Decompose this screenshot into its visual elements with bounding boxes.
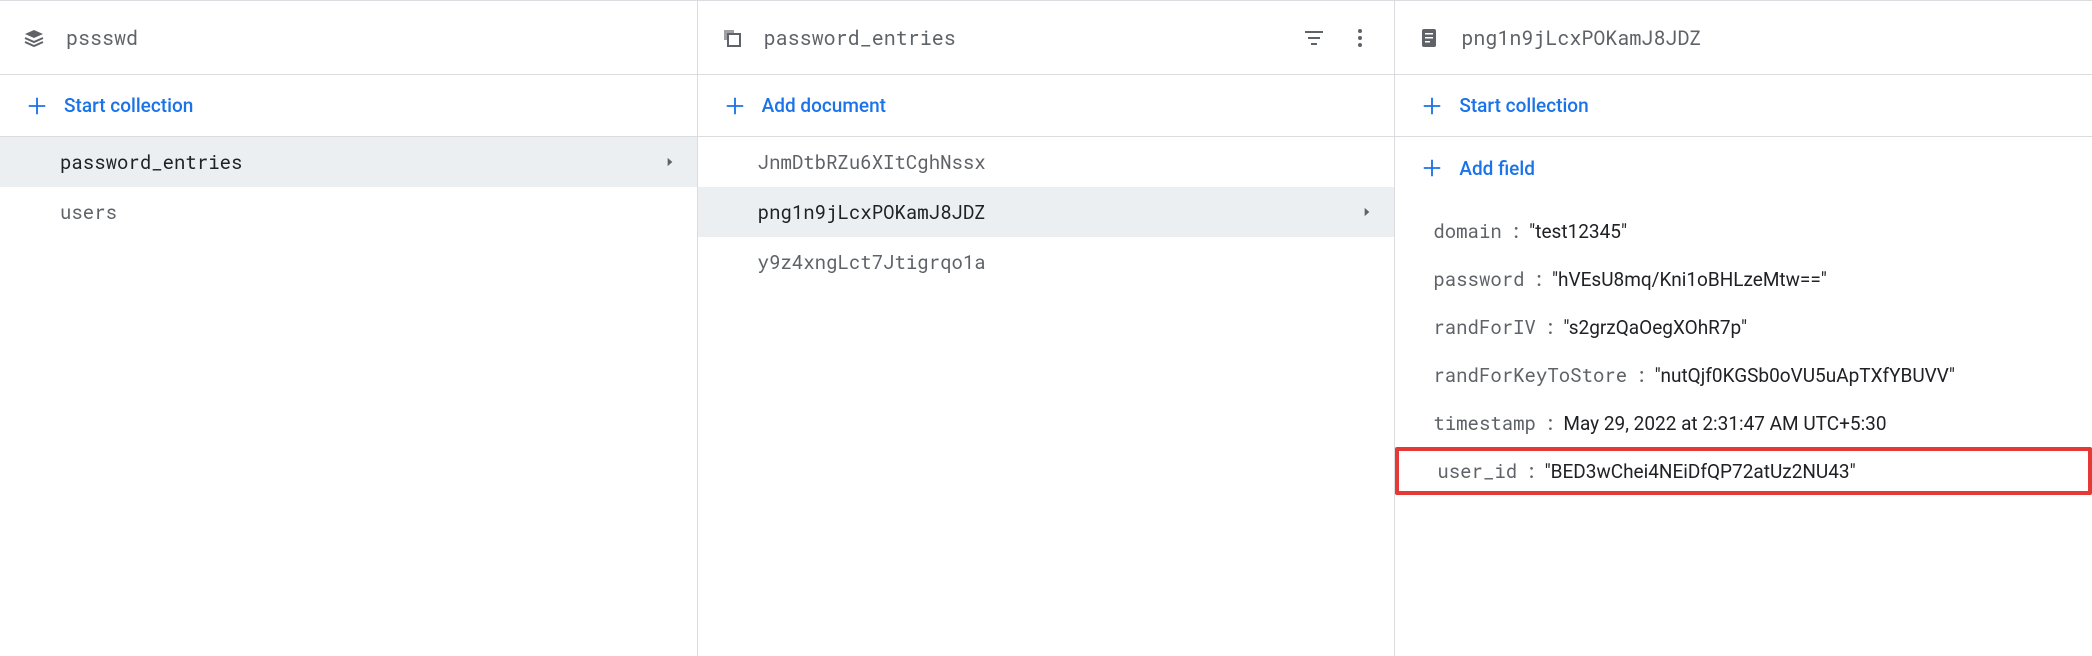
panel-document: png1n9jLcxPOKamJ8JDZ Start collection Ad… bbox=[1395, 1, 2092, 656]
filter-icon[interactable] bbox=[1300, 24, 1328, 52]
field-value: "hVEsU8mq/Kni1oBHLzeMtw==" bbox=[1552, 268, 1827, 291]
panel-root-title: pssswd bbox=[66, 25, 677, 51]
doc-start-collection-button[interactable]: Start collection bbox=[1395, 75, 2092, 137]
field-row[interactable]: randForIV: "s2grzQaOegXOhR7p" bbox=[1395, 303, 2092, 351]
document-item-label: JnmDtbRZu6XItCghNssx bbox=[758, 150, 1375, 175]
document-item-label: y9z4xngLct7Jtigrqo1a bbox=[758, 250, 1375, 275]
panel-root-header: pssswd bbox=[0, 1, 697, 75]
panel-document-title: png1n9jLcxPOKamJ8JDZ bbox=[1461, 25, 2072, 51]
add-field-label: Add field bbox=[1459, 157, 1535, 180]
document-item[interactable]: png1n9jLcxPOKamJ8JDZ bbox=[698, 187, 1395, 237]
add-document-button[interactable]: Add document bbox=[698, 75, 1395, 137]
field-colon: : bbox=[1533, 267, 1544, 292]
collection-icon bbox=[718, 24, 746, 52]
documents-list: JnmDtbRZu6XItCghNssx png1n9jLcxPOKamJ8JDZ… bbox=[698, 137, 1395, 656]
field-key: randForIV bbox=[1433, 315, 1536, 340]
field-key: timestamp bbox=[1433, 411, 1536, 436]
field-colon: : bbox=[1510, 219, 1521, 244]
field-colon: : bbox=[1525, 459, 1536, 484]
doc-start-collection-label: Start collection bbox=[1459, 94, 1588, 117]
collections-list: password_entriesusers bbox=[0, 137, 697, 656]
field-colon: : bbox=[1544, 315, 1555, 340]
collection-item[interactable]: password_entries bbox=[0, 137, 697, 187]
field-key: user_id bbox=[1437, 459, 1517, 484]
chevron-right-icon bbox=[1360, 205, 1374, 219]
field-key: randForKeyToStore bbox=[1433, 363, 1627, 388]
plus-icon bbox=[1421, 95, 1443, 117]
field-value: "s2grzQaOegXOhR7p" bbox=[1563, 316, 1747, 339]
firestore-browser: pssswd Start collection password_entries… bbox=[0, 0, 2092, 656]
panel-collection-title: password_entries bbox=[764, 25, 1283, 51]
field-row[interactable]: randForKeyToStore: "nutQjf0KGSb0oVU5uApTX… bbox=[1395, 351, 2092, 399]
collection-item-label: users bbox=[60, 200, 677, 225]
document-item[interactable]: y9z4xngLct7Jtigrqo1a bbox=[698, 237, 1395, 287]
panel-document-header: png1n9jLcxPOKamJ8JDZ bbox=[1395, 1, 2092, 75]
plus-icon bbox=[26, 95, 48, 117]
field-key: domain bbox=[1433, 219, 1501, 244]
field-key: password bbox=[1433, 267, 1524, 292]
field-row[interactable]: password: "hVEsU8mq/Kni1oBHLzeMtw==" bbox=[1395, 255, 2092, 303]
panel-root: pssswd Start collection password_entries… bbox=[0, 1, 698, 656]
field-colon: : bbox=[1544, 411, 1555, 436]
panel-collection: password_entries Add document JnmDtbRZu6… bbox=[698, 1, 1396, 656]
collection-item[interactable]: users bbox=[0, 187, 697, 237]
start-collection-label: Start collection bbox=[64, 94, 193, 117]
field-value: "test12345" bbox=[1529, 220, 1627, 243]
document-icon bbox=[1415, 24, 1443, 52]
plus-icon bbox=[1421, 157, 1443, 179]
add-field-button[interactable]: Add field bbox=[1395, 137, 2092, 199]
field-row[interactable]: domain: "test12345" bbox=[1395, 207, 2092, 255]
home-icon[interactable] bbox=[20, 24, 48, 52]
field-value: "nutQjf0KGSb0oVU5uApTXfYBUVV" bbox=[1655, 364, 1955, 387]
start-collection-button[interactable]: Start collection bbox=[0, 75, 697, 137]
more-vert-icon[interactable] bbox=[1346, 24, 1374, 52]
add-document-label: Add document bbox=[762, 94, 886, 117]
field-value: May 29, 2022 at 2:31:47 AM UTC+5:30 bbox=[1563, 412, 1886, 435]
field-row[interactable]: user_id: "BED3wChei4NEiDfQP72atUz2NU43" bbox=[1395, 447, 2092, 495]
field-colon: : bbox=[1635, 363, 1646, 388]
document-item-label: png1n9jLcxPOKamJ8JDZ bbox=[758, 200, 1361, 225]
plus-icon bbox=[724, 95, 746, 117]
collection-item-label: password_entries bbox=[60, 150, 663, 175]
document-item[interactable]: JnmDtbRZu6XItCghNssx bbox=[698, 137, 1395, 187]
fields-list: domain: "test12345" password: "hVEsU8mq/Kni… bbox=[1395, 199, 2092, 503]
field-row[interactable]: timestamp: May 29, 2022 at 2:31:47 AM UTC… bbox=[1395, 399, 2092, 447]
field-value: "BED3wChei4NEiDfQP72atUz2NU43" bbox=[1545, 460, 1856, 483]
chevron-right-icon bbox=[663, 155, 677, 169]
panel-collection-header: password_entries bbox=[698, 1, 1395, 75]
